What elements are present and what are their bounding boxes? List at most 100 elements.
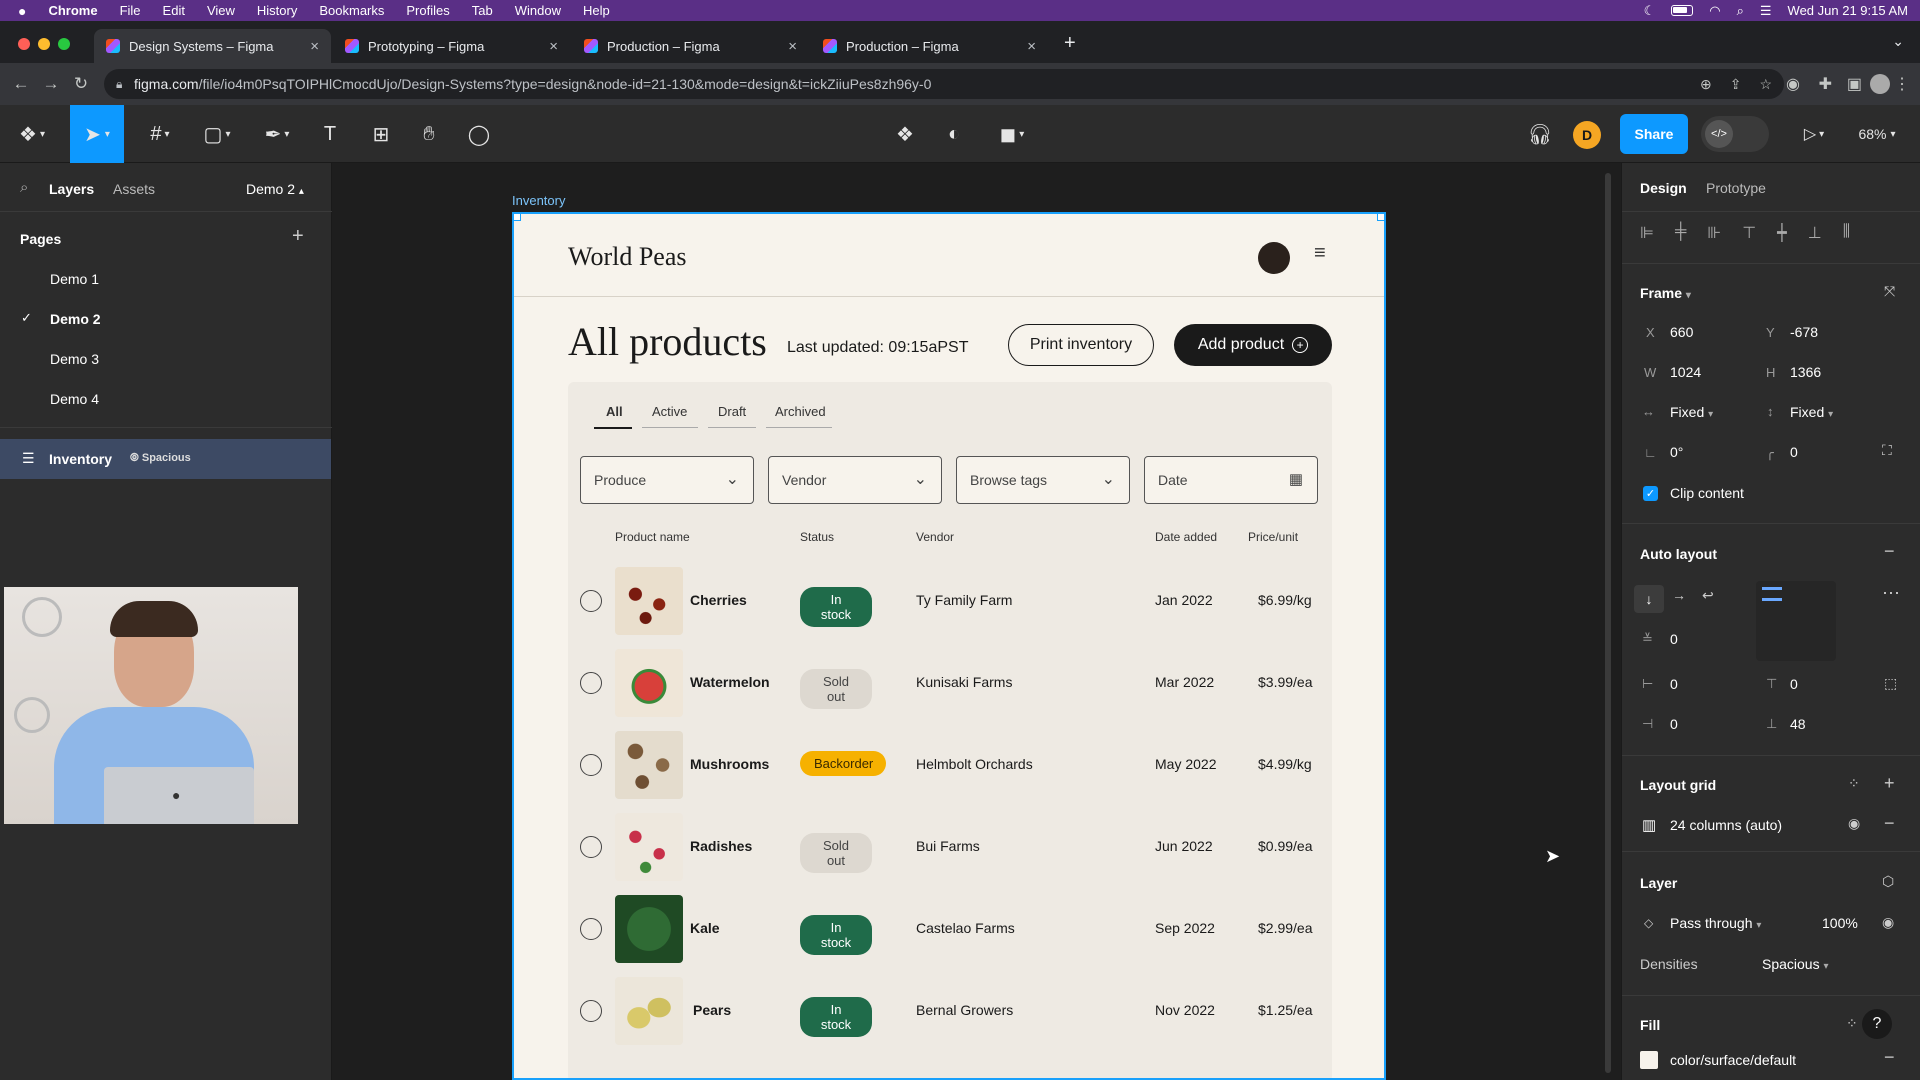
column-header-price[interactable]: Price/unit [1248,530,1298,544]
remove-auto-layout-icon[interactable]: − [1884,541,1895,562]
browse-tags-select[interactable]: Browse tags ⌄ [956,456,1130,504]
align-bottom-icon[interactable]: ⊥ [1808,223,1822,243]
close-tab-icon[interactable]: × [549,38,558,55]
add-product-button[interactable]: Add product + [1174,324,1332,366]
align-center-h-icon[interactable]: ╪ [1675,223,1686,243]
hamburger-menu-icon[interactable]: ≡ [1314,242,1326,265]
zoom-icon[interactable]: ⊕ [1700,76,1712,93]
date-picker[interactable]: Date ▦ [1144,456,1318,504]
densities-select[interactable]: Spacious ▾ [1762,956,1829,972]
zoom-window-icon[interactable] [58,38,70,50]
figma-menu-icon[interactable]: ❖ ▾ [10,105,54,163]
browser-tab-design-systems[interactable]: Design Systems – Figma × [94,29,331,63]
align-top-icon[interactable]: ⊤ [1742,223,1756,243]
tab-draft[interactable]: Draft [718,404,746,419]
print-inventory-button[interactable]: Print inventory [1008,324,1154,366]
table-row[interactable]: Mushrooms Backorder Helmbolt Orchards Ma… [568,724,1332,806]
forward-icon[interactable]: → [36,74,66,94]
layer-row-inventory[interactable]: ☰ Inventory ⦾ Spacious [0,439,331,479]
column-header-name[interactable]: Product name [615,530,690,544]
close-tab-icon[interactable]: × [1027,38,1036,55]
browser-tab-production-2[interactable]: Production – Figma × [811,29,1048,63]
browser-tab-production-1[interactable]: Production – Figma × [572,29,809,63]
distribute-icon[interactable]: ⫼ [1843,223,1850,243]
padding-bottom-input[interactable]: 48 [1790,716,1806,732]
boolean-icon[interactable]: ◼ ▾ [990,105,1034,163]
grid-styles-icon[interactable]: ⁘ [1848,775,1860,792]
frame-section-title[interactable]: Frame ▾ [1640,285,1691,301]
row-radio[interactable] [580,754,602,776]
width-input[interactable]: 1024 [1670,364,1701,380]
direction-wrap-icon[interactable]: ↩ [1702,587,1714,604]
search-layers-icon[interactable]: ⌕ [20,179,28,196]
row-radio[interactable] [580,836,602,858]
padding-left-input[interactable]: 0 [1670,676,1678,692]
direction-horizontal-icon[interactable]: → [1672,587,1686,603]
share-button[interactable]: Share [1620,114,1688,154]
tab-search-chevron-icon[interactable]: ⌄ [1892,33,1904,50]
reload-icon[interactable]: ↻ [66,74,96,94]
direction-vertical-icon[interactable]: ↓ [1634,585,1664,613]
close-tab-icon[interactable]: × [788,38,797,55]
fill-styles-icon[interactable]: ⁘ [1846,1015,1858,1032]
move-tool-icon[interactable]: ➤ ▾ [70,105,124,163]
present-play-icon[interactable]: ▷ ▾ [1794,105,1834,163]
page-demo-1[interactable]: Demo 1 [50,271,99,287]
padding-right-input[interactable]: 0 [1670,716,1678,732]
vendor-select[interactable]: Vendor ⌄ [768,456,942,504]
browser-tab-prototyping[interactable]: Prototyping – Figma × [333,29,570,63]
layer-visibility-eye-icon[interactable]: ◉ [1882,914,1894,931]
add-page-icon[interactable]: + [292,225,304,248]
minimize-window-icon[interactable] [38,38,50,50]
close-window-icon[interactable] [18,38,30,50]
frame-label[interactable]: Inventory [512,193,565,208]
corner-radius-input[interactable]: 0 [1790,444,1798,460]
spacing-input[interactable]: 0 [1670,631,1678,647]
remove-grid-icon[interactable]: − [1884,813,1895,834]
menu-edit[interactable]: Edit [163,3,185,18]
align-middle-icon[interactable]: ┿ [1777,223,1787,243]
height-input[interactable]: 1366 [1790,364,1821,380]
menu-window[interactable]: Window [515,3,561,18]
layout-grid-value[interactable]: 24 columns (auto) [1670,817,1782,833]
table-row[interactable]: Pears In stock Bernal Growers Nov 2022 $… [568,970,1332,1052]
tab-active[interactable]: Active [652,404,687,419]
mask-icon[interactable]: ◐ [937,105,971,163]
canvas-scrollbar[interactable] [1605,173,1611,1073]
menu-chrome[interactable]: Chrome [48,3,97,18]
height-mode-select[interactable]: Fixed ▾ [1790,404,1833,420]
resize-handle[interactable] [1377,214,1384,221]
audio-icon[interactable]: 🎧︎ [1523,105,1557,163]
tab-design[interactable]: Design [1640,180,1687,196]
table-row[interactable]: Radishes Sold out Bui Farms Jun 2022 $0.… [568,806,1332,888]
tab-all[interactable]: All [606,404,623,419]
y-input[interactable]: -678 [1790,324,1818,340]
page-selector[interactable]: Demo 2 ▴ [246,181,304,197]
component-icon[interactable]: ❖ [888,105,922,163]
width-mode-select[interactable]: Fixed ▾ [1670,404,1713,420]
column-header-status[interactable]: Status [800,530,834,544]
row-radio[interactable] [580,1000,602,1022]
blend-mode-select[interactable]: Pass through ▾ [1670,915,1761,931]
wifi-icon[interactable]: ◠ [1709,3,1720,19]
fill-style-name[interactable]: color/surface/default [1670,1052,1796,1068]
menubar-clock[interactable]: Wed Jun 21 9:15 AM [1788,3,1908,18]
menu-tab[interactable]: Tab [472,3,493,18]
x-input[interactable]: 660 [1670,324,1693,340]
dev-mode-toggle[interactable]: </> [1701,116,1769,152]
apple-icon[interactable]: ● [18,3,26,19]
frame-tool-icon[interactable]: # ▾ [138,105,182,163]
menu-profiles[interactable]: Profiles [406,3,449,18]
table-row[interactable]: Cherries In stock Ty Family Farm Jan 202… [568,560,1332,642]
zoom-dropdown[interactable]: 68% ▾ [1848,105,1906,163]
kebab-menu-icon[interactable]: ⋮ [1894,74,1910,94]
resize-to-fit-icon[interactable]: ⤧ [1884,283,1895,300]
menu-view[interactable]: View [207,3,235,18]
share-page-icon[interactable]: ⇪ [1730,76,1742,93]
text-tool-icon[interactable]: T [313,105,347,163]
row-radio[interactable] [580,918,602,940]
sidebar-icon[interactable]: ▣ [1847,74,1862,94]
more-options-icon[interactable]: ⋯ [1882,583,1900,604]
row-radio[interactable] [580,590,602,612]
column-header-vendor[interactable]: Vendor [916,530,954,544]
